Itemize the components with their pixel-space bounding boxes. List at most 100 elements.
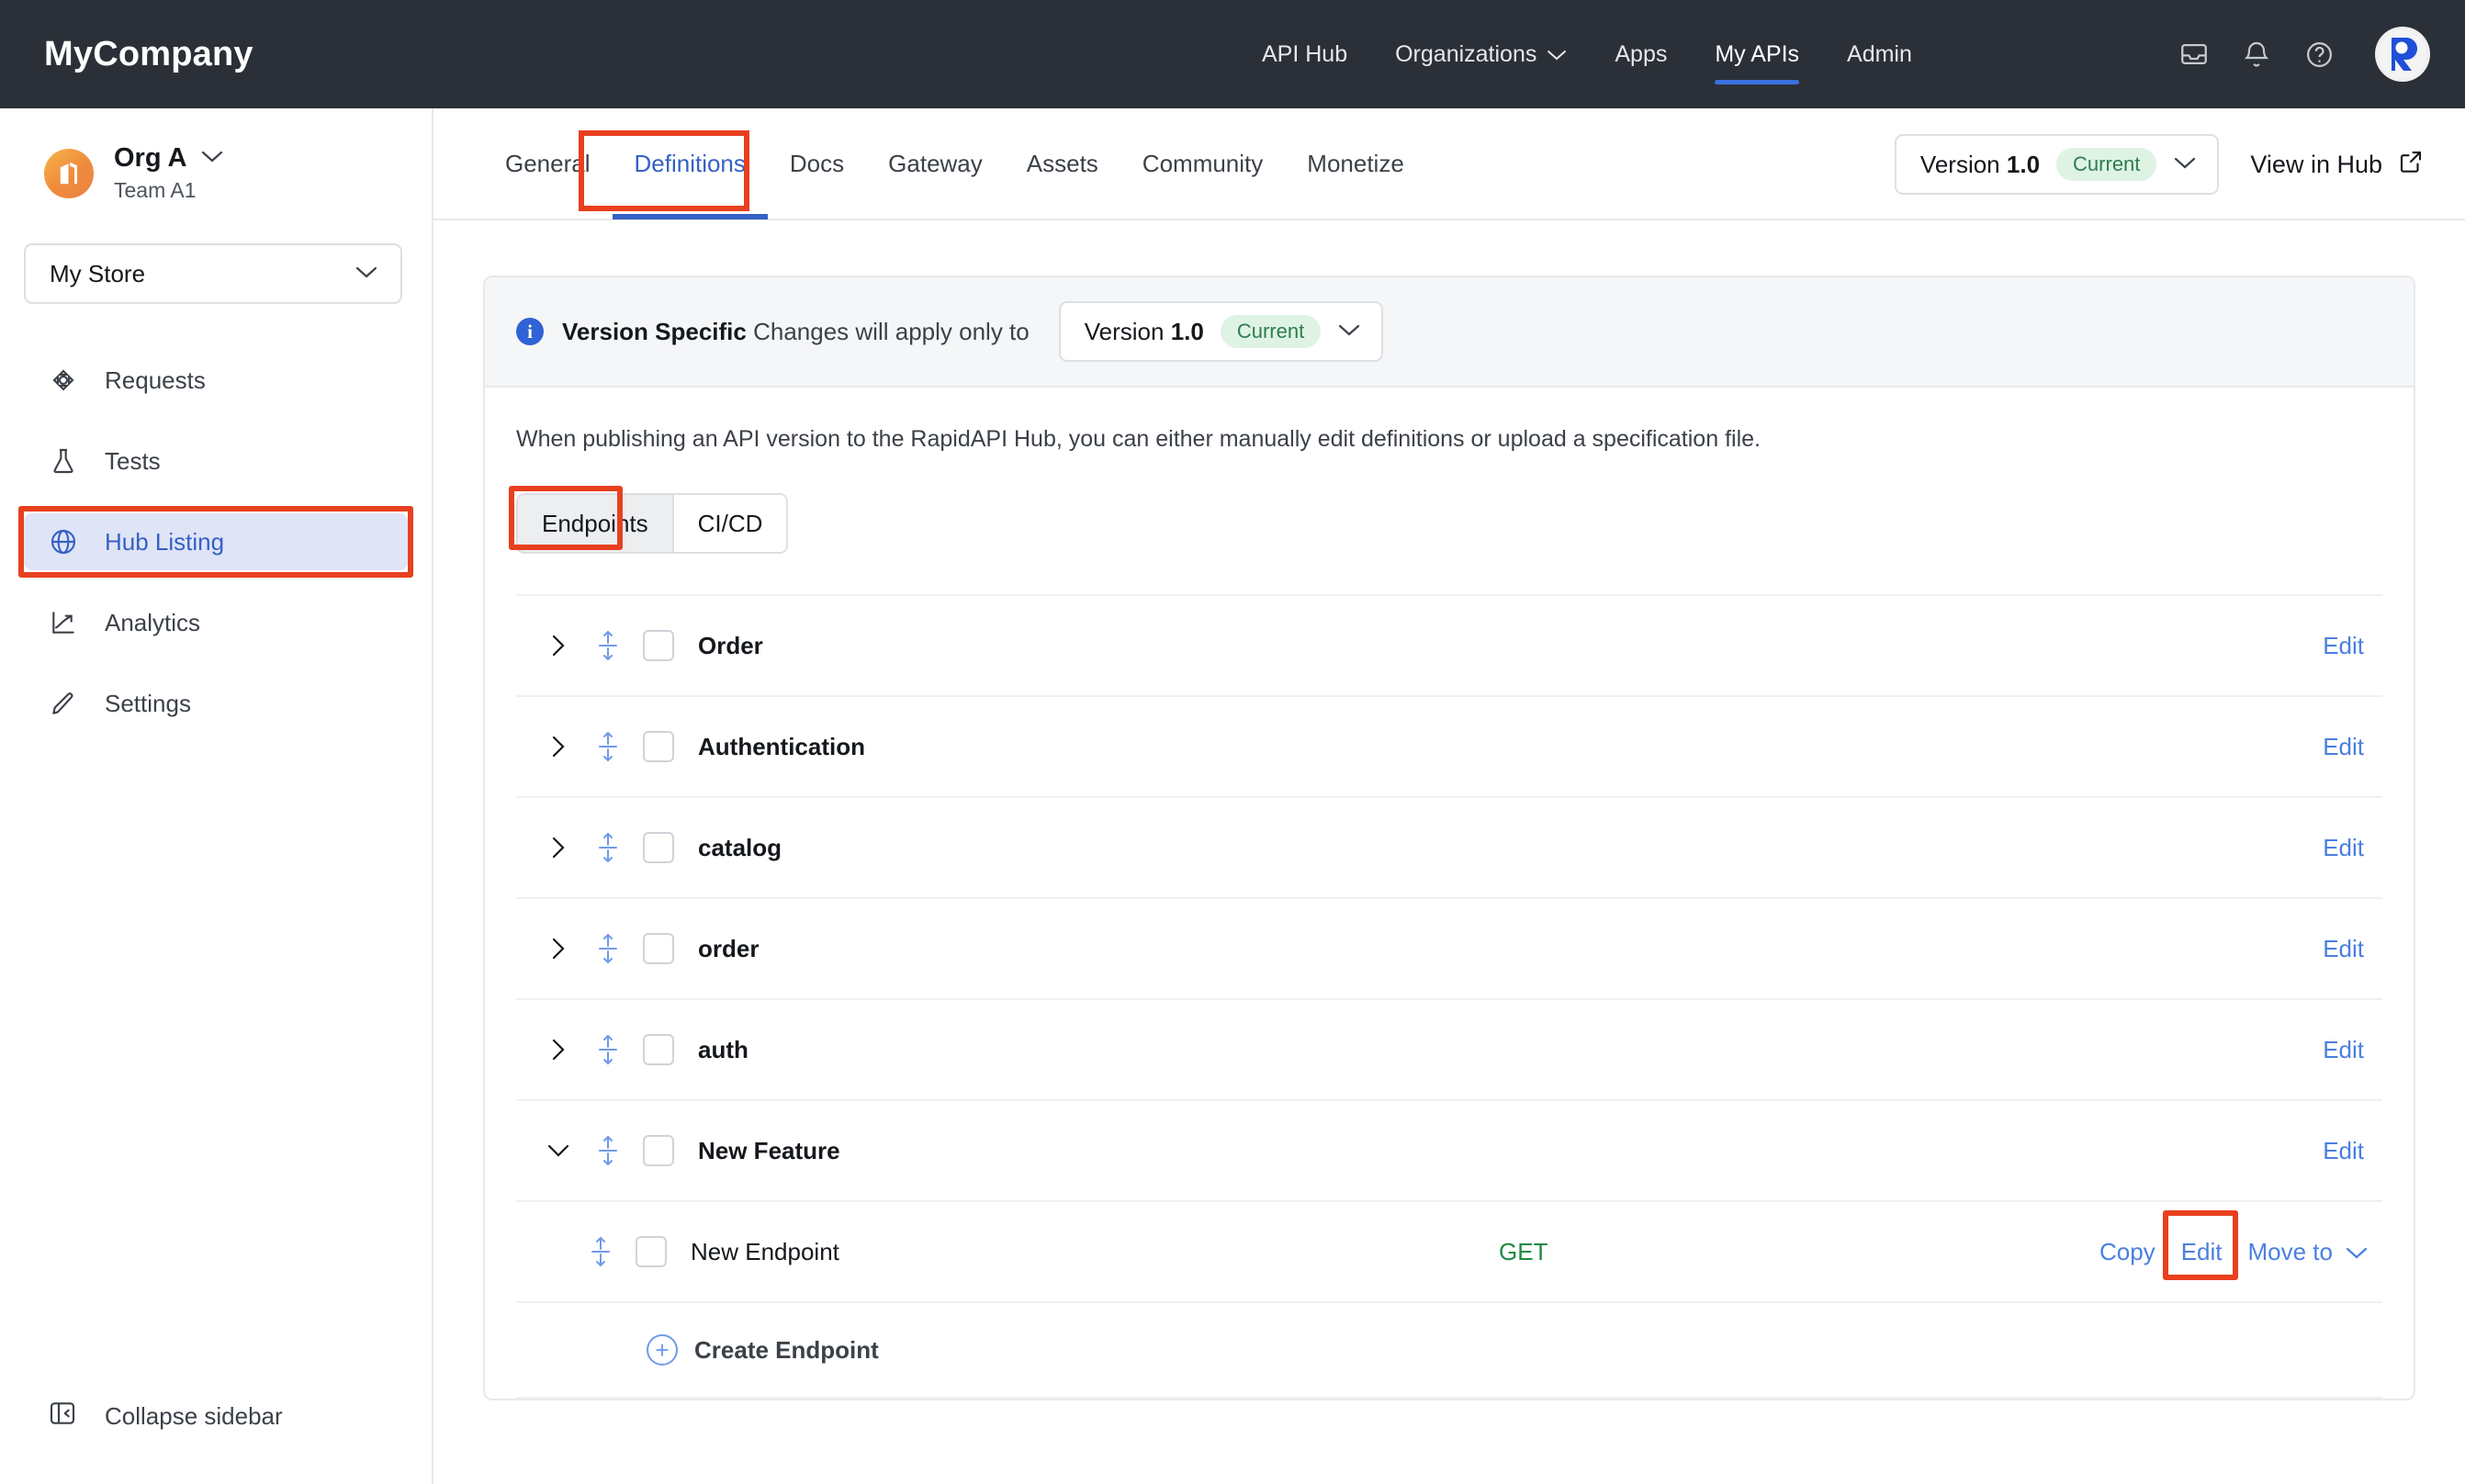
version-selector[interactable]: Version 1.0 Current: [1894, 134, 2220, 195]
group-checkbox[interactable]: [643, 1034, 674, 1065]
sidebar-item-hub-listing[interactable]: Hub Listing: [24, 513, 408, 570]
inbox-icon[interactable]: [2177, 37, 2212, 72]
copy-link[interactable]: Copy: [2087, 1238, 2168, 1266]
chevron-right-icon[interactable]: [540, 734, 577, 759]
view-in-hub-label: View in Hub: [2250, 150, 2382, 178]
chevron-down-icon: [1337, 322, 1361, 342]
edit-link[interactable]: Edit: [2310, 733, 2377, 761]
reorder-handle-icon[interactable]: [590, 629, 626, 662]
endpoint-group-actions: Edit: [2310, 834, 2377, 862]
tab-gateway[interactable]: Gateway: [866, 108, 1005, 219]
tab-monetize[interactable]: Monetize: [1285, 108, 1426, 219]
endpoint-name: New Endpoint: [691, 1237, 839, 1265]
chevron-right-icon[interactable]: [540, 633, 577, 658]
tab-docs[interactable]: Docs: [768, 108, 866, 219]
definitions-panel: i Version Specific Changes will apply on…: [483, 275, 2415, 1400]
edit-link[interactable]: Edit: [2168, 1238, 2235, 1266]
endpoint-checkbox[interactable]: [636, 1236, 667, 1267]
endpoint-group-actions: Edit: [2310, 1137, 2377, 1165]
group-checkbox[interactable]: [643, 832, 674, 863]
reorder-handle-icon[interactable]: [582, 1235, 619, 1268]
user-avatar[interactable]: [2375, 27, 2430, 82]
move-to-dropdown[interactable]: Move to: [2235, 1238, 2378, 1266]
endpoint-group-row[interactable]: auth Edit: [516, 1000, 2382, 1101]
topnav-item-api-hub[interactable]: API Hub: [1238, 0, 1371, 108]
chevron-down-icon[interactable]: [201, 150, 223, 168]
topnav-item-admin[interactable]: Admin: [1823, 0, 1936, 108]
definitions-segmented-control-wrapper: Endpoints CI/CD: [485, 453, 789, 554]
reorder-handle-icon[interactable]: [590, 932, 626, 965]
topnav-item-my-apis[interactable]: My APIs: [1691, 0, 1823, 108]
tab-label: General: [505, 149, 591, 177]
tab-label: Docs: [789, 149, 845, 177]
chevron-right-icon[interactable]: [540, 1037, 577, 1062]
main-content: General Definitions Docs Gateway Assets …: [433, 108, 2465, 1484]
api-tabbar: General Definitions Docs Gateway Assets …: [433, 108, 2465, 220]
top-navigation: API Hub Organizations Apps My APIs Admin: [1238, 0, 1936, 108]
endpoint-group-row[interactable]: Authentication Edit: [516, 697, 2382, 798]
tabbar-right-controls: Version 1.0 Current View in Hub: [1894, 108, 2425, 220]
plus-circle-icon: +: [647, 1334, 678, 1366]
org-switcher[interactable]: Org A Team A1: [0, 108, 432, 203]
reorder-handle-icon[interactable]: [590, 1134, 626, 1167]
endpoint-group-row[interactable]: order Edit: [516, 899, 2382, 1000]
tab-definitions[interactable]: Definitions: [612, 108, 769, 219]
endpoint-group-row-expanded[interactable]: New Feature Edit: [516, 1101, 2382, 1202]
sidebar-item-settings[interactable]: Settings: [24, 675, 408, 732]
org-name: Org A: [114, 143, 187, 173]
endpoint-group-actions: Edit: [2310, 632, 2377, 660]
tab-assets[interactable]: Assets: [1005, 108, 1120, 219]
endpoint-group-name: New Feature: [698, 1136, 840, 1164]
segment-cicd[interactable]: CI/CD: [671, 495, 787, 552]
group-checkbox[interactable]: [643, 933, 674, 964]
create-endpoint-button[interactable]: + Create Endpoint: [516, 1303, 2382, 1399]
group-checkbox[interactable]: [643, 731, 674, 762]
edit-link[interactable]: Edit: [2310, 935, 2377, 963]
sidebar-nav: Requests Tests Hub Listing Analytics Set…: [0, 352, 432, 732]
endpoint-group-list: Order Edit Authentication Edit catalog E…: [516, 594, 2382, 1399]
banner-version-prefix: Version: [1084, 317, 1165, 345]
reorder-handle-icon[interactable]: [590, 831, 626, 864]
chevron-down-icon[interactable]: [540, 1141, 577, 1161]
segment-endpoints[interactable]: Endpoints: [518, 495, 672, 552]
sidebar-item-tests[interactable]: Tests: [24, 433, 408, 489]
group-checkbox[interactable]: [643, 1135, 674, 1166]
edit-link[interactable]: Edit: [2310, 1137, 2377, 1165]
endpoint-group-row[interactable]: catalog Edit: [516, 798, 2382, 899]
edit-link[interactable]: Edit: [2310, 1036, 2377, 1064]
topnav-item-apps[interactable]: Apps: [1591, 0, 1691, 108]
version-number: 1.0: [2006, 150, 2041, 178]
tab-general[interactable]: General: [483, 108, 613, 219]
tab-community[interactable]: Community: [1120, 108, 1285, 219]
sidebar-item-label: Tests: [105, 446, 161, 475]
reorder-handle-icon[interactable]: [590, 1033, 626, 1066]
chevron-right-icon[interactable]: [540, 835, 577, 860]
topnav-label: Admin: [1847, 40, 1912, 67]
group-checkbox[interactable]: [643, 630, 674, 661]
chevron-down-icon: [2173, 155, 2197, 174]
help-icon[interactable]: [2302, 37, 2336, 72]
sidebar-item-requests[interactable]: Requests: [24, 352, 408, 409]
endpoint-row[interactable]: New Endpoint GET Copy Edit Move to: [516, 1202, 2382, 1303]
bell-icon[interactable]: [2239, 37, 2274, 72]
banner-version-selector[interactable]: Version 1.0 Current: [1058, 301, 1384, 362]
sidebar-item-analytics[interactable]: Analytics: [24, 594, 408, 651]
brand-logo[interactable]: MyCompany: [44, 35, 253, 74]
version-specific-title: Version Specific: [562, 317, 747, 345]
move-to-label: Move to: [2247, 1237, 2334, 1265]
topnav-item-organizations[interactable]: Organizations: [1371, 0, 1591, 108]
edit-link[interactable]: Edit: [2310, 632, 2377, 660]
reorder-handle-icon[interactable]: [590, 730, 626, 763]
topnav-label: Organizations: [1395, 40, 1537, 67]
view-in-hub-button[interactable]: View in Hub: [2250, 148, 2425, 182]
requests-icon: [48, 365, 79, 396]
collapse-sidebar-button[interactable]: Collapse sidebar: [0, 1399, 432, 1434]
chevron-right-icon[interactable]: [540, 936, 577, 961]
endpoint-actions: Copy Edit Move to: [2087, 1209, 2378, 1280]
banner-version-text: Version 1.0: [1085, 318, 1204, 346]
version-prefix: Version: [1919, 150, 2000, 178]
endpoint-group-row[interactable]: Order Edit: [516, 596, 2382, 697]
store-select[interactable]: My Store: [24, 243, 402, 304]
globe-icon: [48, 526, 79, 557]
edit-link[interactable]: Edit: [2310, 834, 2377, 862]
